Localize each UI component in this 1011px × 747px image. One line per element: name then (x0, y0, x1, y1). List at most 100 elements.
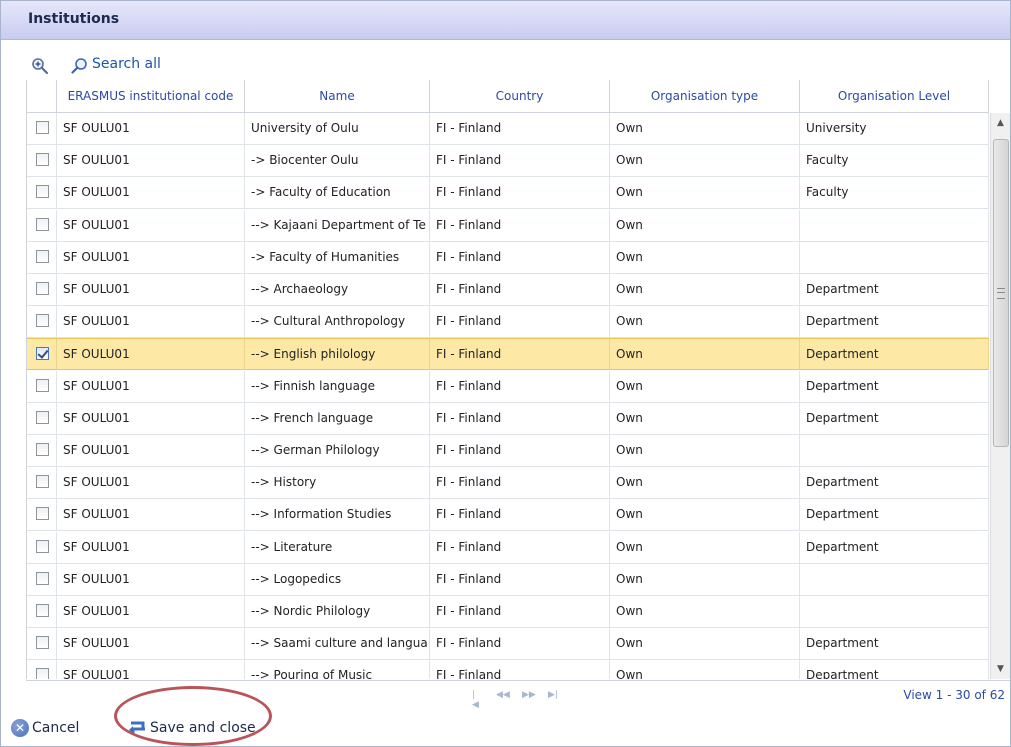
table-row[interactable]: SF OULU01 --> Finnish language FI - Finlan… (27, 371, 989, 403)
cell-country: FI - Finland (430, 435, 610, 466)
cell-organisation-level: Department (800, 467, 989, 498)
cell-organisation-level (800, 435, 989, 466)
cell-country: FI - Finland (430, 499, 610, 530)
row-checkbox[interactable] (36, 507, 49, 520)
pager-first-icon[interactable]: |◀ (472, 690, 479, 710)
scroll-down-arrow-icon[interactable]: ▼ (991, 659, 1010, 679)
header-name[interactable]: Name (245, 80, 430, 112)
table-row[interactable]: SF OULU01 --> French language FI - Finland… (27, 403, 989, 435)
cell-country: FI - Finland (430, 532, 610, 563)
row-checkbox[interactable] (36, 668, 49, 679)
header-checkbox-column (27, 80, 57, 112)
cell-organisation-level: Department (800, 499, 989, 530)
table-row[interactable]: SF OULU01 --> Cultural Anthropology FI - F… (27, 306, 989, 338)
cell-organisation-type: Own (610, 371, 800, 402)
pager-last-icon[interactable]: ▶| (548, 690, 558, 700)
cell-organisation-type: Own (610, 532, 800, 563)
row-checkbox[interactable] (36, 185, 49, 198)
cell-erasmus-code: SF OULU01 (57, 339, 245, 370)
cell-organisation-level: Department (800, 403, 989, 434)
cell-organisation-level: Department (800, 274, 989, 305)
view-range-text: View 1 - 30 of 62 (903, 688, 1005, 702)
row-checkbox[interactable] (36, 250, 49, 263)
cell-name: University of Oulu (245, 113, 430, 144)
cell-organisation-level: Department (800, 339, 989, 370)
header-country[interactable]: Country (430, 80, 610, 112)
cell-organisation-type: Own (610, 499, 800, 530)
table-row[interactable]: SF OULU01 --> German Philology FI - Finlan… (27, 435, 989, 467)
cell-country: FI - Finland (430, 274, 610, 305)
table-row[interactable]: SF OULU01 --> Information Studies FI - Fin… (27, 499, 989, 531)
cell-organisation-type: Own (610, 113, 800, 144)
row-checkbox[interactable] (36, 121, 49, 134)
cell-organisation-level: Department (800, 306, 989, 337)
cell-erasmus-code: SF OULU01 (57, 499, 245, 530)
table-row[interactable]: SF OULU01 University of Oulu FI - Finland O… (27, 113, 989, 145)
cell-erasmus-code: SF OULU01 (57, 660, 245, 679)
row-checkbox[interactable] (36, 314, 49, 327)
table-row[interactable]: SF OULU01 --> History FI - Finland Own Depar… (27, 467, 989, 499)
row-checkbox[interactable] (36, 379, 49, 392)
table-row[interactable]: SF OULU01 --> Saami culture and langua FI … (27, 628, 989, 660)
pager-next-icon[interactable]: ▶▶ (522, 690, 536, 700)
header-organisation-level[interactable]: Organisation Level (800, 80, 989, 112)
row-checkbox[interactable] (36, 347, 49, 360)
vertical-scrollbar[interactable]: ▲ ▼ (990, 113, 1010, 679)
header-organisation-type[interactable]: Organisation type (610, 80, 800, 112)
cell-checkbox (27, 371, 57, 402)
row-checkbox[interactable] (36, 475, 49, 488)
cell-erasmus-code: SF OULU01 (57, 145, 245, 176)
row-checkbox[interactable] (36, 443, 49, 456)
header-erasmus-code[interactable]: ERASMUS institutional code (57, 80, 245, 112)
cell-organisation-type: Own (610, 596, 800, 627)
row-checkbox[interactable] (36, 604, 49, 617)
cell-erasmus-code: SF OULU01 (57, 274, 245, 305)
row-checkbox[interactable] (36, 636, 49, 649)
table-row[interactable]: SF OULU01 --> Pouring of Music FI - Finlan… (27, 660, 989, 679)
cell-organisation-type: Own (610, 177, 800, 208)
cell-organisation-level: Department (800, 532, 989, 563)
cell-erasmus-code: SF OULU01 (57, 113, 245, 144)
row-checkbox[interactable] (36, 153, 49, 166)
table-row[interactable]: SF OULU01 --> English philology FI - Finla… (27, 338, 989, 370)
cell-country: FI - Finland (430, 564, 610, 595)
cell-checkbox (27, 564, 57, 595)
cell-checkbox (27, 403, 57, 434)
row-checkbox[interactable] (36, 572, 49, 585)
scroll-grip-icon (997, 288, 1005, 299)
zoom-in-icon[interactable] (31, 57, 49, 75)
cell-name: --> History (245, 467, 430, 498)
row-checkbox[interactable] (36, 282, 49, 295)
cell-organisation-type: Own (610, 242, 800, 273)
cell-country: FI - Finland (430, 242, 610, 273)
dialog-footer: ✕ Cancel Save and close (1, 713, 1010, 746)
table-row[interactable]: SF OULU01 --> Nordic Philology FI - Finlan… (27, 596, 989, 628)
table-row[interactable]: SF OULU01 -> Faculty of Education FI - Fin… (27, 177, 989, 209)
row-checkbox[interactable] (36, 540, 49, 553)
table-row[interactable]: SF OULU01 --> Literature FI - Finland Own De… (27, 532, 989, 564)
table-row[interactable]: SF OULU01 --> Archaeology FI - Finland Own D… (27, 274, 989, 306)
table-row[interactable]: SF OULU01 -> Biocenter Oulu FI - Finland Ow… (27, 145, 989, 177)
scroll-up-arrow-icon[interactable]: ▲ (991, 113, 1010, 133)
cell-country: FI - Finland (430, 306, 610, 337)
row-checkbox[interactable] (36, 411, 49, 424)
cell-checkbox (27, 532, 57, 563)
table-row[interactable]: SF OULU01 --> Logopedics FI - Finland Own (27, 564, 989, 596)
cell-country: FI - Finland (430, 371, 610, 402)
cell-checkbox (27, 210, 57, 241)
cell-organisation-level (800, 210, 989, 241)
title-bar: Institutions (1, 1, 1010, 40)
row-checkbox[interactable] (36, 218, 49, 231)
table-row[interactable]: SF OULU01 -> Faculty of Humanities FI - Fi… (27, 242, 989, 274)
pager-prev-icon[interactable]: ◀◀ (496, 690, 510, 700)
scroll-thumb[interactable] (993, 139, 1009, 447)
cancel-icon: ✕ (11, 719, 29, 737)
cell-name: --> German Philology (245, 435, 430, 466)
cell-organisation-level: Faculty (800, 177, 989, 208)
table-row[interactable]: SF OULU01 --> Kajaani Department of Te FI … (27, 210, 989, 242)
cell-erasmus-code: SF OULU01 (57, 177, 245, 208)
cell-name: --> English philology (245, 339, 430, 370)
institutions-grid: ERASMUS institutional code Name Country … (26, 80, 1010, 679)
cell-organisation-level (800, 564, 989, 595)
cell-checkbox (27, 660, 57, 679)
